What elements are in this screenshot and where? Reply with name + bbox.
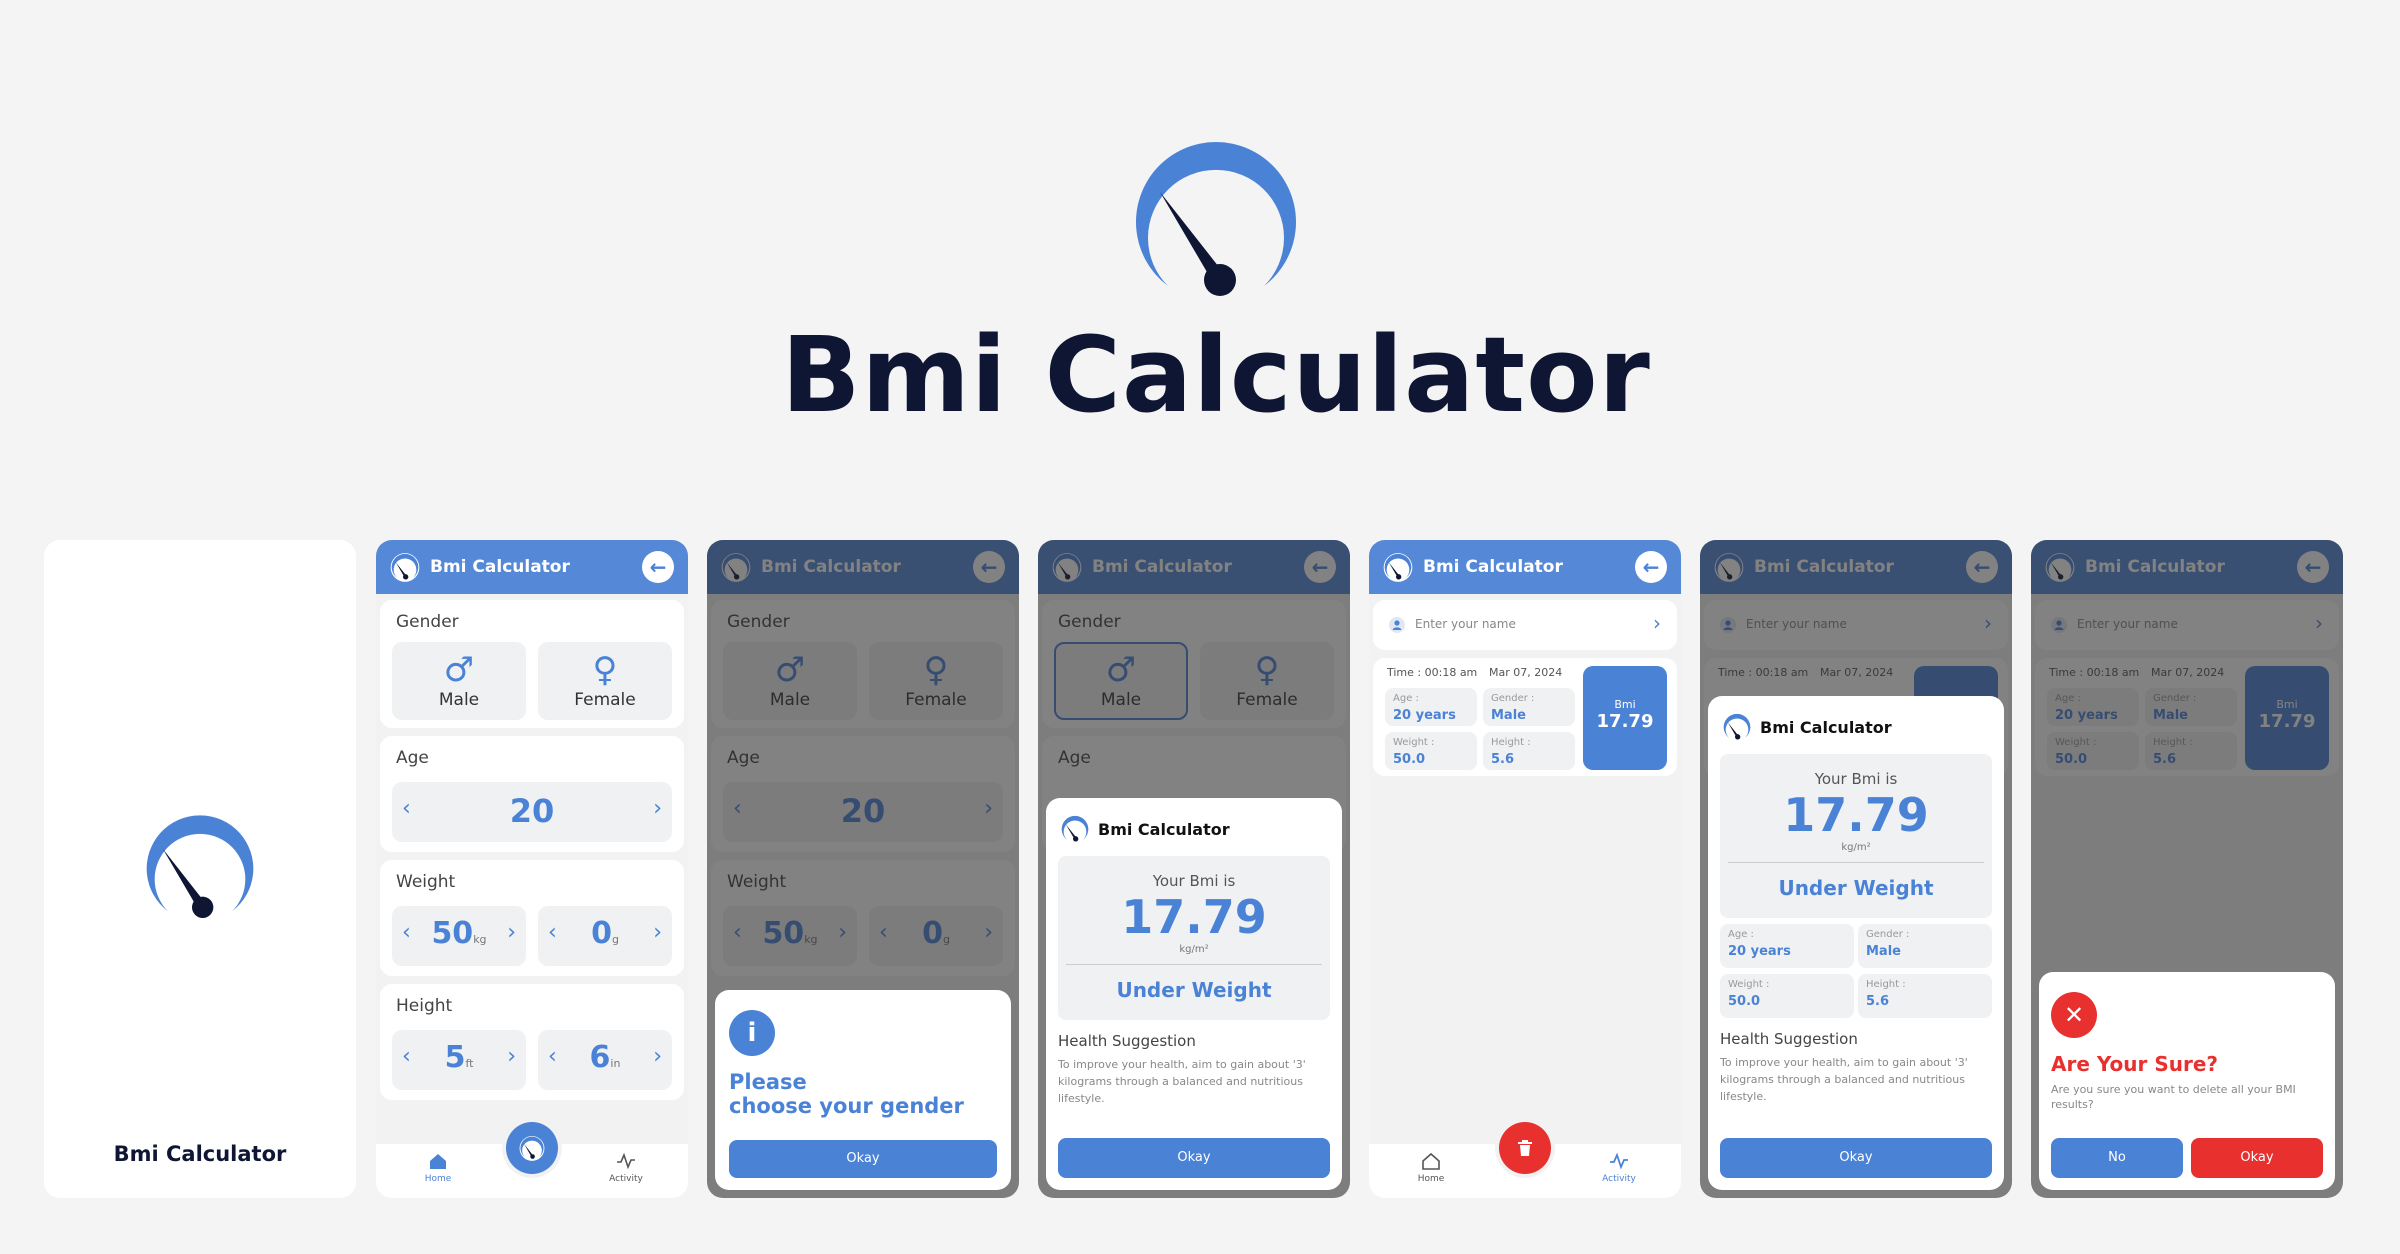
dialog-title: Bmi Calculator: [1098, 819, 1230, 839]
back-button[interactable]: ←: [642, 551, 674, 583]
height-ft-unit: ft: [465, 1057, 474, 1070]
close-icon: ✕: [2051, 992, 2097, 1038]
health-suggestion-text: To improve your health, aim to gain abou…: [1720, 1056, 1968, 1103]
splash-logo-icon: [146, 815, 254, 918]
delete-confirm-dialog: ✕ Are Your Sure? Are you sure you want t…: [2039, 972, 2335, 1190]
bmi-category: Under Weight: [1778, 876, 1934, 900]
male-icon: ♂: [443, 650, 475, 690]
result-screen: Bmi Calculator ← Gender ♂ Male ♀ Female …: [1038, 540, 1350, 1198]
dialog-logo-icon: [1061, 815, 1089, 842]
gender-label: Gender: [396, 612, 459, 632]
nav-activity-label: Activity: [1602, 1174, 1636, 1184]
delete-confirm-screen: Bmi Calculator ← Enter your name › Time …: [2031, 540, 2343, 1198]
female-label: Female: [574, 690, 636, 710]
name-input-placeholder: Enter your name: [1415, 617, 1516, 631]
dialog-title: Bmi Calculator: [1760, 717, 1892, 737]
chevron-right-icon[interactable]: ›: [1653, 611, 1661, 635]
gender-alert-dialog: i Please choose your gender Okay: [715, 990, 1011, 1190]
male-option[interactable]: ♂ Male: [392, 642, 526, 720]
weight-kg-unit: kg: [473, 933, 487, 946]
height-ft-stepper: ‹ 5ft ›: [392, 1030, 526, 1090]
user-icon: [1389, 617, 1405, 633]
female-option[interactable]: ♀ Female: [538, 642, 672, 720]
delete-button[interactable]: [1499, 1122, 1551, 1174]
gender-alert-screen: Bmi Calculator ← Gender ♂ Male ♀ Female …: [707, 540, 1019, 1198]
info-icon: i: [729, 1010, 775, 1056]
home-icon: [1422, 1152, 1440, 1170]
height-card: Height ‹ 5ft › ‹ 6in ›: [380, 984, 684, 1100]
nav-activity[interactable]: Activity: [604, 1152, 648, 1184]
female-icon: ♀: [592, 650, 618, 690]
hero-title: Bmi Calculator: [781, 314, 1651, 436]
age-value: 20: [509, 792, 555, 830]
splash-title: Bmi Calculator: [113, 1142, 287, 1166]
home-icon: [430, 1154, 446, 1169]
app-bar-title: Bmi Calculator: [1423, 557, 1563, 577]
confirm-title: Are Your Sure?: [2051, 1052, 2218, 1076]
appbar-logo-icon: [390, 553, 420, 582]
height-in-unit: in: [610, 1057, 621, 1070]
dialog-logo-icon: [1723, 713, 1751, 740]
nav-home-label: Home: [424, 1174, 452, 1184]
appbar-logo-icon: [1383, 553, 1413, 582]
nav-home[interactable]: Home: [1409, 1152, 1453, 1184]
health-suggestion-text: To improve your health, aim to gain abou…: [1058, 1058, 1306, 1105]
age-stepper: ‹ 20 ›: [392, 782, 672, 842]
weight-kg-stepper: ‹ 50kg ›: [392, 906, 526, 966]
bmi-category: Under Weight: [1116, 978, 1272, 1002]
weight-g-unit: g: [611, 933, 619, 946]
activity-icon: [617, 1152, 635, 1170]
history-detail-screen: Bmi Calculator ← Enter your name › Time …: [1700, 540, 2012, 1198]
confirm-text: Are you sure you want to delete all your…: [2051, 1083, 2296, 1111]
activity-screen: Bmi Calculator ← Enter your name › Time …: [1369, 540, 1681, 1198]
weight-g-stepper: ‹ 0g ›: [538, 906, 672, 966]
trash-icon: [1518, 1140, 1532, 1156]
okay-button[interactable]: Okay: [729, 1140, 997, 1178]
splash-screen: Bmi Calculator: [44, 540, 356, 1198]
alert-message: Please choose your gender: [729, 1070, 964, 1118]
age-card: Age ‹ 20 ›: [380, 736, 684, 852]
confirm-okay-button[interactable]: Okay: [2191, 1138, 2323, 1178]
weight-kg-value: 50: [431, 916, 474, 951]
bmi-result-box: Your Bmi is 17.79 kg/m² Under Weight: [1058, 856, 1330, 1020]
activity-icon: [1610, 1152, 1628, 1170]
weight-g-increase-button[interactable]: ›: [653, 920, 662, 945]
nav-home-label: Home: [1417, 1174, 1445, 1184]
no-button[interactable]: No: [2051, 1138, 2183, 1178]
bmi-badge: Bmi 17.79: [1583, 666, 1667, 770]
weight-kg-increase-button[interactable]: ›: [507, 920, 516, 945]
app-bar: Bmi Calculator ←: [376, 540, 688, 594]
name-input-row[interactable]: Enter your name ›: [1373, 600, 1677, 650]
height-label: Height: [396, 996, 453, 1016]
height-in-stepper: ‹ 6in ›: [538, 1030, 672, 1090]
height-ft-value: 5: [444, 1040, 466, 1075]
height-in-increase-button[interactable]: ›: [653, 1044, 662, 1069]
history-entry: Time : 00:18 am Mar 07, 2024 Age : 20 ye…: [1373, 658, 1677, 776]
back-button[interactable]: ←: [1635, 551, 1667, 583]
home-screen: Bmi Calculator ← Gender ♂ Male ♀ Female …: [376, 540, 688, 1198]
nav-activity-label: Activity: [609, 1174, 643, 1184]
age-label: Age: [396, 748, 429, 768]
calculate-logo-icon: [519, 1136, 545, 1161]
okay-button[interactable]: Okay: [1058, 1138, 1330, 1178]
okay-button[interactable]: Okay: [1720, 1138, 1992, 1178]
history-result-dialog: Bmi Calculator Your Bmi is 17.79 kg/m² U…: [1708, 696, 2004, 1190]
nav-activity[interactable]: Activity: [1597, 1152, 1641, 1184]
weight-card: Weight ‹ 50kg › ‹ 0g ›: [380, 860, 684, 976]
weight-label: Weight: [396, 872, 456, 892]
bmi-value: 17.79: [1121, 890, 1267, 944]
weight-g-value: 0: [591, 916, 612, 951]
bmi-value: 17.79: [1783, 788, 1929, 842]
height-ft-increase-button[interactable]: ›: [507, 1044, 516, 1069]
app-logo-icon: [1136, 142, 1296, 296]
app-bar-title: Bmi Calculator: [430, 557, 570, 577]
calculate-button[interactable]: [506, 1122, 558, 1174]
gender-card: Gender ♂ Male ♀ Female: [380, 600, 684, 728]
age-increase-button[interactable]: ›: [653, 796, 662, 821]
result-dialog: Bmi Calculator Your Bmi is 17.79 kg/m² U…: [1046, 798, 1342, 1190]
height-in-value: 6: [589, 1040, 611, 1075]
male-label: Male: [438, 690, 480, 710]
nav-home[interactable]: Home: [416, 1152, 460, 1184]
